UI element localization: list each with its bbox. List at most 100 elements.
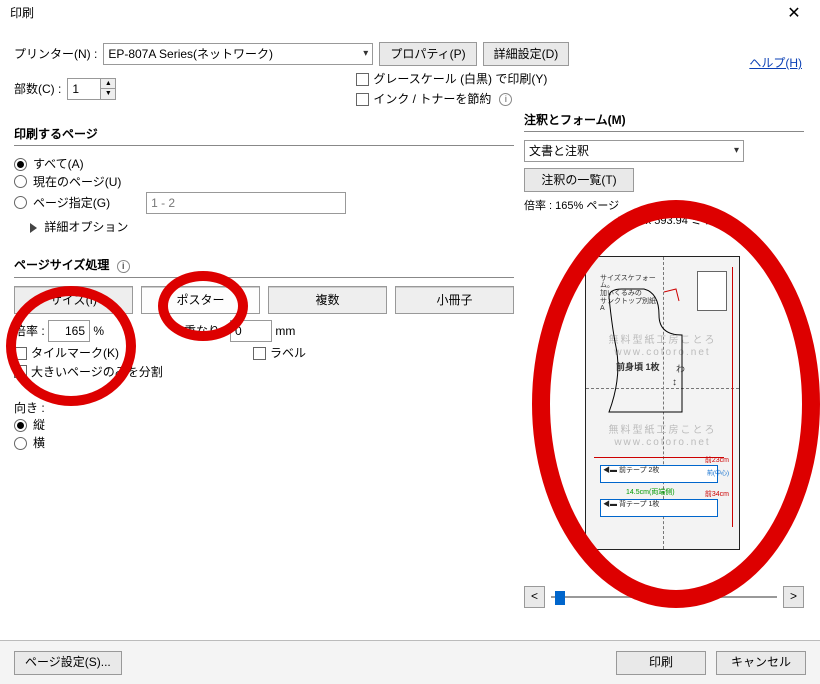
- overlap-input[interactable]: [230, 320, 272, 342]
- band2-length-2: 前34cm: [705, 491, 729, 499]
- preview-prev-button[interactable]: <: [524, 586, 545, 608]
- spinner-buttons[interactable]: ▲ ▼: [101, 78, 116, 100]
- info-icon[interactable]: i: [117, 260, 130, 273]
- close-icon[interactable]: ✕: [774, 2, 814, 26]
- preview-next-button[interactable]: >: [783, 586, 804, 608]
- wa-label: わ: [676, 365, 685, 375]
- pages-range-label: ページ指定(G): [33, 196, 110, 210]
- print-button[interactable]: 印刷: [616, 651, 706, 675]
- printer-selected: EP-807A Series(ネットワーク): [108, 47, 273, 61]
- scale-input[interactable]: [48, 320, 90, 342]
- sizehandling-title: ページサイズ処理 i: [14, 258, 514, 273]
- preview-page: 無料型紙工房ことろ www.cotoro.net 無料型紙工房ことろ www.c…: [585, 256, 740, 550]
- preview-slider[interactable]: [551, 591, 777, 603]
- portrait-label: 縦: [33, 418, 45, 432]
- info-icon[interactable]: i: [499, 93, 512, 106]
- checkbox-icon: [14, 347, 27, 360]
- save-ink-label: インク / トナーを節約: [373, 92, 491, 106]
- guide-line: [732, 267, 733, 527]
- preview-dimensions: 419.1 x 593.94 ミリ: [524, 215, 804, 228]
- band2-length: 14.5cm(両端側): [626, 489, 675, 497]
- scale-label: 倍率 :: [14, 324, 45, 338]
- advanced-button[interactable]: 詳細設定(D): [483, 42, 570, 66]
- tab-multiple[interactable]: 複数: [268, 286, 387, 314]
- sizehandling-tabs: サイズ(I) ポスター 複数 小冊子: [14, 286, 514, 314]
- band-2: ◀▬ 背テープ 1枚: [600, 499, 718, 517]
- printer-row: プリンター(N) : EP-807A Series(ネットワーク) ▾ プロパテ…: [14, 42, 806, 66]
- cancel-button[interactable]: キャンセル: [716, 651, 806, 675]
- radio-current[interactable]: [14, 175, 27, 188]
- watermark-url: www.cotoro.net: [586, 437, 739, 449]
- annotations-select[interactable]: 文書と注釈 ▾: [524, 140, 744, 162]
- arrow-icon: ↕: [672, 377, 677, 388]
- preview-nav: < >: [524, 586, 804, 608]
- grayscale-label: グレースケール (白黒) で印刷(Y): [373, 72, 547, 86]
- copies-label: 部数(C) :: [14, 82, 61, 96]
- printer-label: プリンター(N) :: [14, 47, 97, 61]
- scale-unit: %: [93, 324, 104, 338]
- title-bar: 印刷 ✕: [0, 0, 820, 28]
- copies-spinner[interactable]: ▲ ▼: [67, 78, 116, 100]
- preview-canvas: 無料型紙工房ことろ www.cotoro.net 無料型紙工房ことろ www.c…: [534, 231, 794, 576]
- grayscale-checkbox[interactable]: グレースケール (白黒) で印刷(Y): [356, 72, 547, 86]
- checkbox-icon: [253, 347, 266, 360]
- preview-area: 倍率 : 165% ページ 419.1 x 593.94 ミリ 無料型紙工房こと…: [524, 200, 804, 607]
- landscape-label: 横: [33, 436, 45, 450]
- orientation-group: 向き : 縦 横: [14, 401, 514, 450]
- band-1: ◀▬ 前テープ 2枚: [600, 465, 718, 483]
- chevron-down-icon: ▾: [734, 145, 739, 157]
- printer-select[interactable]: EP-807A Series(ネットワーク) ▾: [103, 43, 373, 65]
- spinner-up-icon[interactable]: ▲: [101, 79, 115, 89]
- labels-checkbox[interactable]: ラベル: [253, 346, 306, 360]
- info-block: [697, 271, 727, 311]
- band1-length: 前23cm: [705, 457, 729, 465]
- radio-landscape[interactable]: [14, 437, 27, 450]
- more-options-label: 詳細オプション: [44, 220, 128, 234]
- pages-all-label: すべて(A): [33, 157, 84, 171]
- annotations-group: 注釈とフォーム(M) 文書と注釈 ▾ 注釈の一覧(T): [524, 113, 804, 192]
- spinner-down-icon[interactable]: ▼: [101, 89, 115, 99]
- page-setup-button[interactable]: ページ設定(S)...: [14, 651, 122, 675]
- orientation-title: 向き :: [14, 401, 514, 415]
- piece-label: 前身頃 1枚: [616, 363, 660, 373]
- annotations-summary-button[interactable]: 注釈の一覧(T): [524, 168, 634, 192]
- checkbox-icon: [356, 93, 369, 106]
- tab-size[interactable]: サイズ(I): [14, 286, 133, 314]
- save-ink-checkbox[interactable]: インク / トナーを節約 i: [356, 92, 547, 106]
- more-options-toggle[interactable]: 詳細オプション: [30, 220, 514, 234]
- annotations-title: 注釈とフォーム(M): [524, 113, 804, 127]
- bigpages-checkbox[interactable]: 大きいページのみを分割: [14, 365, 163, 379]
- pages-current-label: 現在のページ(U): [33, 175, 121, 189]
- copies-input[interactable]: [67, 78, 101, 100]
- annotations-selected: 文書と注釈: [529, 144, 589, 158]
- triangle-right-icon: [30, 223, 37, 233]
- pages-group: すべて(A) 現在のページ(U) ページ指定(G) 詳細オプション: [14, 154, 514, 244]
- slider-thumb-icon[interactable]: [555, 591, 565, 605]
- radio-all[interactable]: [14, 158, 27, 171]
- chevron-down-icon: ▾: [363, 48, 368, 60]
- radio-range[interactable]: [14, 196, 27, 209]
- dialog-footer: ページ設定(S)... 印刷 キャンセル: [0, 640, 820, 684]
- watermark-text: 無料型紙工房ことろ: [586, 425, 739, 437]
- bigpages-label: 大きいページのみを分割: [31, 365, 163, 379]
- tilemarks-checkbox[interactable]: タイルマーク(K): [14, 346, 119, 360]
- tab-poster[interactable]: ポスター: [141, 286, 260, 314]
- band1-note: 前(中心): [707, 471, 729, 478]
- labels-label: ラベル: [270, 346, 306, 360]
- help-link[interactable]: ヘルプ(H): [749, 56, 802, 70]
- radio-portrait[interactable]: [14, 419, 27, 432]
- pattern-note: サイズスケフォーム。 加いくるみの サンクトップ別紙A: [600, 275, 660, 313]
- overlap-unit: mm: [275, 324, 295, 338]
- properties-button[interactable]: プロパティ(P): [379, 42, 476, 66]
- overlap-label: 重なり :: [184, 324, 227, 338]
- tilemarks-label: タイルマーク(K): [31, 346, 119, 360]
- checkbox-icon: [14, 365, 27, 378]
- poster-fields: 倍率 : % 重なり : mm タイルマーク(K): [14, 320, 514, 379]
- pages-range-input[interactable]: [146, 192, 346, 214]
- preview-zoom-label: 倍率 : 165% ページ: [524, 200, 804, 213]
- pages-title: 印刷するページ: [14, 127, 514, 141]
- print-dialog: 印刷 ✕ ヘルプ(H) プリンター(N) : EP-807A Series(ネッ…: [0, 0, 820, 684]
- copies-row: 部数(C) : ▲ ▼ グレースケール (白黒) で印刷(Y) インク / トナ…: [14, 72, 806, 107]
- dialog-title: 印刷: [6, 2, 38, 24]
- tab-booklet[interactable]: 小冊子: [395, 286, 514, 314]
